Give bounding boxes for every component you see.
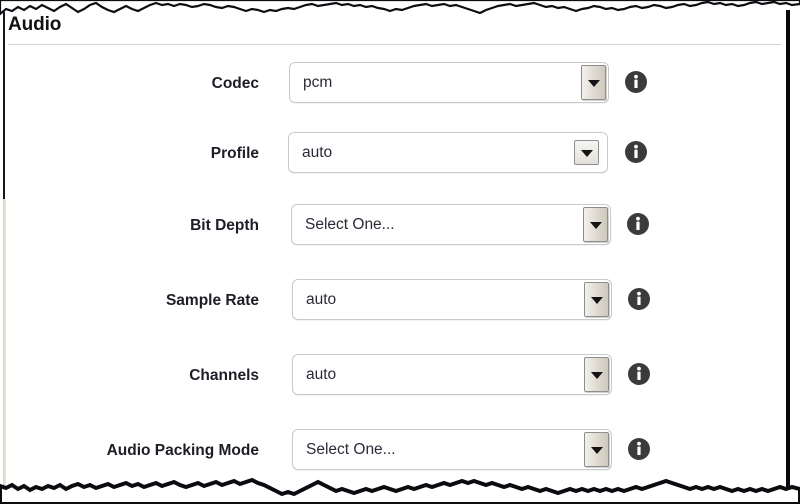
field-label: Codec <box>211 75 259 92</box>
info-circle-icon[interactable] <box>627 362 651 386</box>
dropdown-select[interactable]: pcm <box>289 62 609 103</box>
panel-body: Audio Codec pcm Profile auto Bit Depth Select… <box>6 14 786 490</box>
chevron-down-icon <box>587 79 600 87</box>
chevron-down-icon <box>590 371 603 379</box>
left-edge-dark <box>3 12 5 202</box>
title-divider <box>8 44 781 45</box>
info-circle-icon[interactable] <box>624 70 648 94</box>
info-circle-icon[interactable] <box>624 140 648 164</box>
dropdown-toggle-button[interactable] <box>583 207 608 242</box>
dropdown-toggle-button[interactable] <box>581 65 606 100</box>
dropdown-value: auto <box>306 366 337 383</box>
dropdown-toggle-button[interactable] <box>584 282 609 317</box>
chevron-down-icon <box>590 446 603 454</box>
info-circle-icon[interactable] <box>626 212 650 236</box>
field-label: Sample Rate <box>165 292 259 309</box>
audio-settings-panel: Audio Codec pcm Profile auto Bit Depth Select… <box>0 0 800 504</box>
dropdown-value: Select One... <box>305 216 395 233</box>
right-edge-border <box>786 10 790 492</box>
field-label: Audio Packing Mode <box>106 442 259 459</box>
info-circle-icon[interactable] <box>627 437 651 461</box>
dropdown-select[interactable]: auto <box>288 132 608 173</box>
dropdown-value: auto <box>302 144 333 161</box>
dropdown-value: auto <box>306 291 337 308</box>
dropdown-toggle-button[interactable] <box>574 140 599 165</box>
dropdown-value: pcm <box>303 74 333 91</box>
chevron-down-icon <box>580 149 593 157</box>
form-row: Channels auto <box>6 354 786 398</box>
dropdown-value: Select One... <box>306 441 396 458</box>
info-circle-icon[interactable] <box>627 287 651 311</box>
form-row: Bit Depth Select One... <box>6 204 786 248</box>
form-row: Codec pcm <box>6 62 786 106</box>
chevron-down-icon <box>590 296 603 304</box>
form-row: Audio Packing Mode Select One... <box>6 429 786 473</box>
dropdown-toggle-button[interactable] <box>584 357 609 392</box>
field-label: Profile <box>210 145 259 162</box>
dropdown-toggle-button[interactable] <box>584 432 609 467</box>
field-label: Channels <box>189 367 259 384</box>
form-row: Sample Rate auto <box>6 279 786 323</box>
chevron-down-icon <box>589 221 602 229</box>
dropdown-select[interactable]: Select One... <box>292 429 612 470</box>
form-row: Profile auto <box>6 132 786 176</box>
dropdown-select[interactable]: auto <box>292 354 612 395</box>
field-label: Bit Depth <box>190 217 259 234</box>
dropdown-select[interactable]: Select One... <box>291 204 611 245</box>
dropdown-select[interactable]: auto <box>292 279 612 320</box>
page-title: Audio <box>8 14 62 35</box>
